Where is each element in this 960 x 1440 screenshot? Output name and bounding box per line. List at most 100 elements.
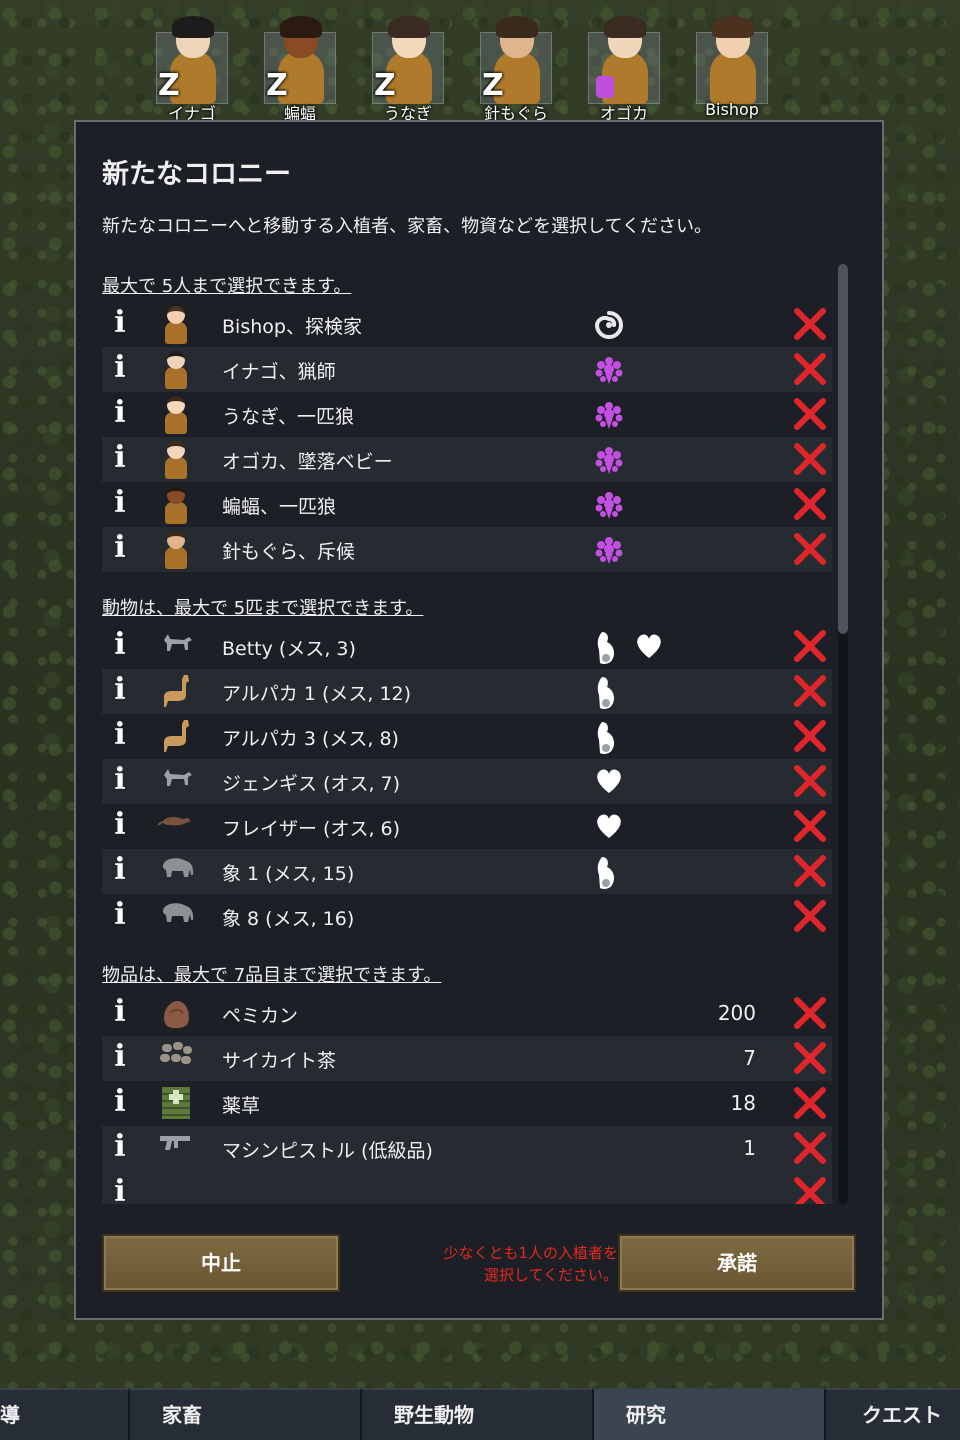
- close-icon: [794, 997, 826, 1029]
- remove-button[interactable]: [792, 763, 828, 799]
- animal-row[interactable]: i 象 1 (メス, 15): [102, 849, 832, 894]
- colonist-row[interactable]: i うなぎ、一匹狼: [102, 392, 832, 437]
- item-row[interactable]: i 薬草 18: [102, 1081, 832, 1126]
- info-icon[interactable]: i: [110, 443, 130, 475]
- tab-4[interactable]: クエスト: [826, 1388, 960, 1440]
- colonist-portrait[interactable]: Bishop: [696, 16, 768, 120]
- new-colony-dialog: 新たなコロニー 新たなコロニーへと移動する入植者、家畜、物資などを選択してくださ…: [74, 120, 884, 1320]
- remove-button[interactable]: [792, 995, 828, 1031]
- info-icon[interactable]: i: [110, 1042, 130, 1074]
- animal-row[interactable]: i フレイザー (オス, 6): [102, 804, 832, 849]
- colonist-row[interactable]: i Bishop、探検家: [102, 302, 832, 347]
- selection-list[interactable]: 最大で 5人まで選択できます。 i Bishop、探検家 i イナゴ、猟師 i うなぎ、一…: [102, 262, 860, 1204]
- elephant-icon: [158, 853, 194, 891]
- remove-button[interactable]: [792, 1175, 828, 1204]
- item-quantity: 18: [730, 1091, 756, 1115]
- colonist-portrait[interactable]: Z イナゴ: [156, 16, 228, 123]
- ideo-swirl-icon: [594, 310, 624, 340]
- scrollbar[interactable]: [838, 264, 848, 1204]
- remove-button[interactable]: [792, 853, 828, 889]
- info-icon[interactable]: i: [110, 630, 130, 662]
- info-icon[interactable]: i: [110, 1132, 130, 1164]
- colonist-label: Bishop、探検家: [222, 316, 362, 338]
- remove-button[interactable]: [792, 718, 828, 754]
- remove-button[interactable]: [792, 1085, 828, 1121]
- pawn-head: [167, 441, 185, 459]
- remove-button[interactable]: [792, 486, 828, 522]
- pawn-hair: [496, 16, 538, 38]
- info-icon[interactable]: i: [110, 900, 130, 932]
- colonist-row[interactable]: i 針もぐら、斥候: [102, 527, 832, 572]
- animal-label: 象 1 (メス, 15): [222, 863, 355, 885]
- colonist-label: オゴカ、墜落ベビー: [222, 451, 393, 473]
- info-icon[interactable]: i: [110, 533, 130, 565]
- dog-icon: [158, 763, 194, 801]
- info-icon[interactable]: i: [110, 765, 130, 797]
- info-icon[interactable]: i: [110, 1177, 130, 1205]
- colonists-header: 最大で 5人まで選択できます。: [102, 276, 352, 297]
- animal-row[interactable]: i アルパカ 3 (メス, 8): [102, 714, 832, 759]
- info-icon[interactable]: i: [110, 488, 130, 520]
- animal-label: 象 8 (メス, 16): [222, 908, 355, 930]
- info-icon[interactable]: i: [110, 308, 130, 340]
- pawn-portrait: [158, 351, 194, 389]
- remove-button[interactable]: [792, 898, 828, 934]
- animal-row[interactable]: i アルパカ 1 (メス, 12): [102, 669, 832, 714]
- cancel-button[interactable]: 中止: [102, 1234, 340, 1292]
- remove-button[interactable]: [792, 1130, 828, 1166]
- info-icon[interactable]: i: [110, 1087, 130, 1119]
- info-icon[interactable]: i: [110, 675, 130, 707]
- pawn-portrait: [158, 441, 194, 479]
- colonist-portrait[interactable]: Z うなぎ: [372, 16, 444, 123]
- colonist-row[interactable]: i オゴカ、墜落ベビー: [102, 437, 832, 482]
- item-row[interactable]: i サイカイト茶 7: [102, 1036, 832, 1081]
- ideo-flower-icon: [594, 490, 624, 520]
- tab-0[interactable]: 導: [0, 1388, 130, 1440]
- scrollbar-thumb[interactable]: [838, 264, 848, 634]
- tea-icon: [158, 1040, 194, 1078]
- tab-2[interactable]: 野生動物: [362, 1388, 594, 1440]
- animal-row[interactable]: i Betty (メス, 3): [102, 624, 832, 669]
- remove-button[interactable]: [792, 1040, 828, 1076]
- colonist-label: 針もぐら、斥候: [222, 541, 356, 563]
- pregnant-icon: [594, 855, 620, 889]
- item-label: サイカイト茶: [222, 1050, 337, 1072]
- tab-3[interactable]: 研究: [594, 1388, 826, 1440]
- colonist-row[interactable]: i 蝙蝠、一匹狼: [102, 482, 832, 527]
- colonist-row[interactable]: i イナゴ、猟師: [102, 347, 832, 392]
- elephant-icon: [158, 898, 194, 936]
- ideo-flower-icon: [594, 445, 624, 475]
- info-icon[interactable]: i: [110, 810, 130, 842]
- colonist-label: イナゴ、猟師: [222, 361, 336, 383]
- remove-button[interactable]: [792, 396, 828, 432]
- dialog-description: 新たなコロニーへと移動する入植者、家畜、物資などを選択してください。: [102, 216, 713, 237]
- info-icon[interactable]: i: [110, 997, 130, 1029]
- remove-button[interactable]: [792, 808, 828, 844]
- colonist-bar: Z イナゴ Z 蝙蝠 Z うなぎ Z 針もぐら オゴカ Bishop: [156, 16, 776, 123]
- colonist-portrait[interactable]: オゴカ: [588, 16, 660, 123]
- colonist-portrait[interactable]: Z 蝙蝠: [264, 16, 336, 123]
- info-icon[interactable]: i: [110, 353, 130, 385]
- info-icon[interactable]: i: [110, 398, 130, 430]
- remove-button[interactable]: [792, 628, 828, 664]
- remove-button[interactable]: [792, 673, 828, 709]
- colonist-portrait[interactable]: Z 針もぐら: [480, 16, 552, 123]
- tab-1[interactable]: 家畜: [130, 1388, 362, 1440]
- info-icon[interactable]: i: [110, 855, 130, 887]
- item-row[interactable]: i ペミカン 200: [102, 991, 832, 1036]
- item-row[interactable]: i マシンピストル (低級品) 1: [102, 1126, 832, 1171]
- remove-button[interactable]: [792, 351, 828, 387]
- remove-button[interactable]: [792, 306, 828, 342]
- pawn-head: [167, 306, 185, 324]
- animal-row[interactable]: i ジェンギス (オス, 7): [102, 759, 832, 804]
- close-icon: [794, 533, 826, 565]
- remove-button[interactable]: [792, 531, 828, 567]
- item-row[interactable]: i: [102, 1171, 832, 1204]
- animal-row[interactable]: i 象 8 (メス, 16): [102, 894, 832, 939]
- remove-button[interactable]: [792, 441, 828, 477]
- close-icon: [794, 720, 826, 752]
- pawn-head: [167, 351, 185, 369]
- info-icon[interactable]: i: [110, 720, 130, 752]
- accept-button[interactable]: 承諾: [618, 1234, 856, 1292]
- mental-state-icon: [596, 76, 614, 98]
